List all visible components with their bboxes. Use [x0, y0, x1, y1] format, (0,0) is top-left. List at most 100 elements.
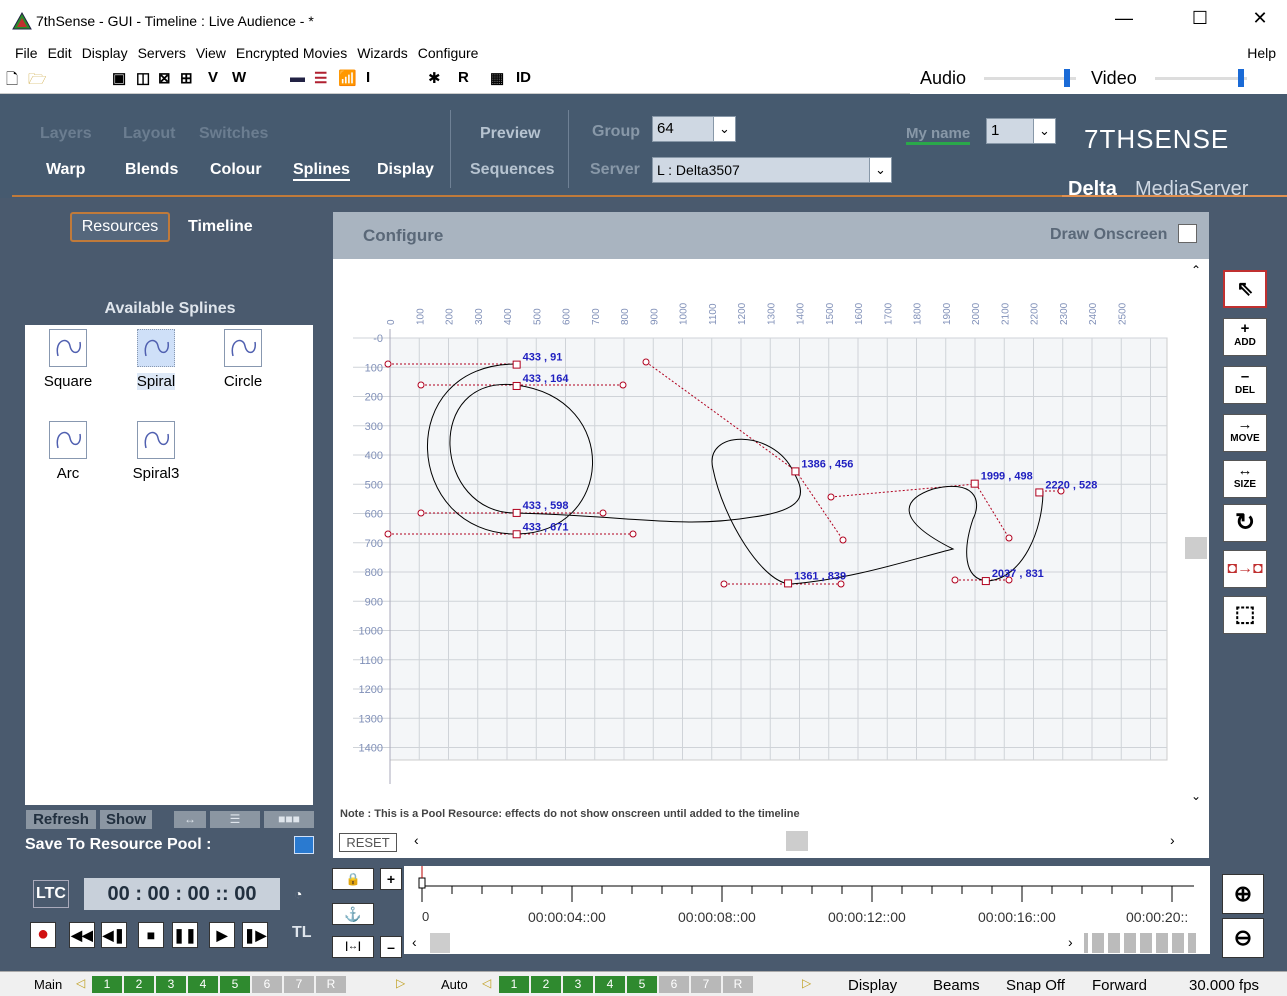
control-handle[interactable] — [839, 536, 847, 544]
timeline-scrollbar[interactable]: ‹ › — [404, 932, 1210, 954]
pause-icon[interactable]: ❚❚ — [172, 922, 198, 948]
nav-warp[interactable]: Warp — [46, 161, 85, 179]
zoom-minus-icon[interactable]: – — [380, 936, 402, 958]
auto-group-1[interactable]: 1 — [499, 976, 529, 993]
vscroll-thumb[interactable] — [1185, 537, 1207, 559]
scroll-down-icon[interactable]: ⌄ — [1191, 789, 1201, 803]
control-handle[interactable] — [417, 381, 425, 389]
draw-onscreen-checkbox[interactable] — [1178, 224, 1197, 243]
tile-view-icon[interactable]: ■■■ — [264, 811, 314, 828]
status-display[interactable]: Display — [848, 977, 897, 994]
scroll-left-icon[interactable]: ‹ — [412, 934, 417, 950]
clock-icon[interactable]: ◔ — [294, 886, 302, 902]
status-beams[interactable]: Beams — [933, 977, 980, 994]
auto-group-6[interactable]: 6 — [659, 976, 689, 993]
group-select[interactable]: 64 ⌄ — [652, 116, 736, 142]
rotate-icon[interactable]: ↻ — [1223, 504, 1267, 542]
monitor-icon[interactable]: ▬ — [290, 69, 305, 86]
menu-encrypted-movies[interactable]: Encrypted Movies — [231, 43, 352, 63]
video-slider-thumb[interactable] — [1238, 69, 1244, 87]
spline-item-square[interactable]: Square — [33, 329, 103, 390]
control-point[interactable] — [791, 467, 800, 476]
main-group-5[interactable]: 5 — [220, 976, 250, 993]
server-select[interactable]: L : Delta3507 ⌄ — [652, 157, 892, 183]
properties-icon[interactable]: ◫ — [136, 69, 150, 87]
control-point[interactable] — [512, 381, 521, 390]
refresh-button[interactable]: Refresh — [26, 810, 96, 829]
open-folder-icon[interactable]: 🗁 — [28, 69, 47, 94]
minimize-button[interactable]: — — [1104, 8, 1144, 29]
save-icon[interactable]: ▣ — [112, 69, 126, 87]
auto-group-4[interactable]: 4 — [595, 976, 625, 993]
timecode-display[interactable]: 00 : 00 : 00 :: 00 — [84, 878, 280, 910]
control-point[interactable] — [512, 360, 521, 369]
myname-select[interactable]: 1 ⌄ — [986, 118, 1056, 144]
toolbar-i[interactable]: I — [366, 69, 370, 86]
nav-sequences[interactable]: Sequences — [470, 161, 554, 179]
control-handle[interactable] — [629, 530, 637, 538]
save-pool-icon[interactable] — [294, 836, 314, 854]
menu-view[interactable]: View — [191, 43, 231, 63]
scroll-left-icon[interactable]: ‹ — [414, 832, 419, 848]
lock-icon[interactable]: 🔒 — [332, 868, 374, 890]
nav-display[interactable]: Display — [377, 161, 434, 179]
tab-resources[interactable]: Resources — [70, 212, 170, 242]
link-points-icon[interactable]: ◘→◘ — [1223, 550, 1267, 588]
status-snap[interactable]: Snap Off — [1006, 977, 1065, 994]
menu-display[interactable]: Display — [77, 43, 133, 63]
pointer-tool-icon[interactable]: ⇖ — [1223, 270, 1267, 308]
auto-group-3[interactable]: 3 — [563, 976, 593, 993]
hscroll-thumb[interactable] — [786, 831, 808, 851]
control-handle[interactable] — [619, 381, 627, 389]
tab-timeline[interactable]: Timeline — [188, 218, 253, 236]
timeline-ruler[interactable]: 0 00:00:04::00 00:00:08::00 00:00:12::00… — [404, 866, 1210, 932]
control-handle[interactable] — [1005, 534, 1013, 542]
close-button[interactable]: ✕ — [1240, 8, 1280, 29]
control-handle[interactable] — [599, 509, 607, 517]
timeline-scroll-thumb[interactable] — [430, 933, 450, 953]
nav-splines[interactable]: Splines — [293, 161, 350, 181]
asterisk-icon[interactable]: ✱ — [428, 69, 441, 87]
menu-edit[interactable]: Edit — [43, 43, 77, 63]
auto-group-2[interactable]: 2 — [531, 976, 561, 993]
main-group-2[interactable]: 2 — [124, 976, 154, 993]
toolbar-w[interactable]: W — [232, 69, 246, 86]
main-group-7[interactable]: 7 — [284, 976, 314, 993]
zoom-plus-icon[interactable]: + — [380, 868, 402, 890]
main-group-r[interactable]: R — [316, 976, 346, 993]
audio-slider-thumb[interactable] — [1064, 69, 1070, 87]
control-point[interactable] — [512, 508, 521, 517]
control-handle[interactable] — [417, 509, 425, 517]
auto-group-5[interactable]: 5 — [627, 976, 657, 993]
spline-item-arc[interactable]: Arc — [33, 421, 103, 482]
scroll-up-icon[interactable]: ⌃ — [1191, 263, 1201, 277]
step-forward-icon[interactable]: ❚▶ — [242, 922, 268, 948]
select-box-icon[interactable]: ⬚ — [1223, 596, 1267, 634]
nav-switches[interactable]: Switches — [199, 125, 268, 143]
status-forward[interactable]: Forward — [1092, 977, 1147, 994]
horizontal-scrollbar[interactable]: ‹ › — [404, 830, 1186, 852]
control-handle[interactable] — [384, 360, 392, 368]
control-handle[interactable] — [951, 576, 959, 584]
tl-button[interactable]: TL — [292, 924, 312, 942]
spline-canvas[interactable]: 0 100 200 300 400 500 600 700 800 900 1000 1100 1200… — [333, 259, 1183, 804]
audio-slider[interactable] — [984, 77, 1076, 80]
fit-icon[interactable]: ⊠ — [158, 69, 171, 87]
record-icon[interactable]: ● — [30, 922, 56, 948]
fit-width-icon[interactable]: ↔ — [174, 811, 206, 828]
menu-help[interactable]: Help — [1242, 43, 1281, 63]
grid-icon[interactable]: ▦ — [490, 69, 504, 87]
vertical-scrollbar[interactable]: ⌃ ⌄ — [1183, 259, 1209, 804]
expand-icon[interactable]: ⊞ — [180, 69, 193, 87]
control-point[interactable] — [784, 579, 793, 588]
video-slider[interactable] — [1155, 77, 1247, 80]
anchor-icon[interactable]: ⚓ — [332, 903, 374, 925]
maximize-button[interactable]: ☐ — [1180, 8, 1220, 29]
show-button[interactable]: Show — [100, 810, 152, 829]
zoom-in-icon[interactable]: ⊕ — [1222, 874, 1264, 914]
nav-preview[interactable]: Preview — [480, 125, 540, 143]
rewind-icon[interactable]: ◀◀ — [69, 922, 95, 948]
menu-configure[interactable]: Configure — [413, 43, 484, 63]
auto-next-icon[interactable]: ▷ — [802, 976, 811, 990]
play-icon[interactable]: ▶ — [209, 922, 235, 948]
